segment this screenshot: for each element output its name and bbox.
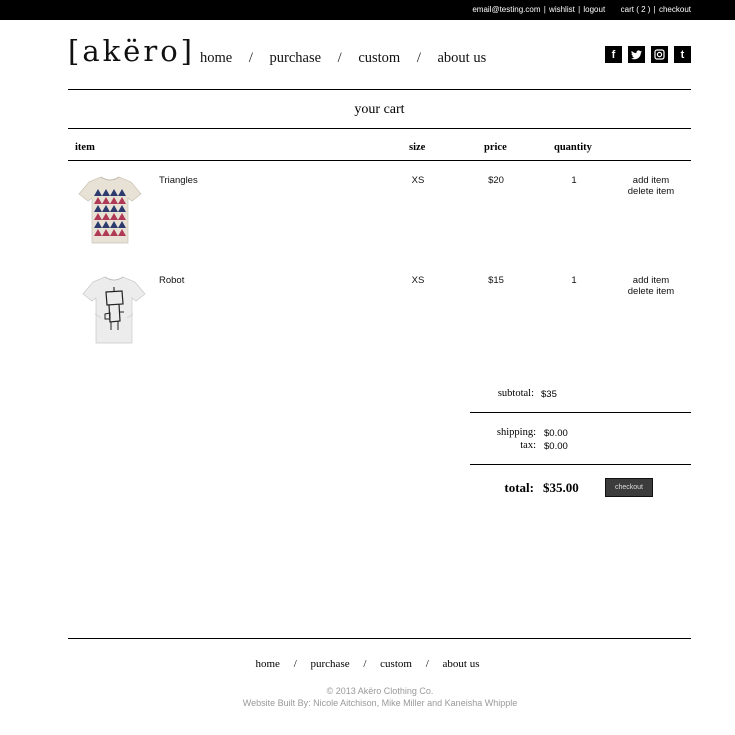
cart-item-name[interactable]: Triangles xyxy=(159,175,198,186)
checkout-link[interactable]: checkout xyxy=(659,5,691,14)
triangles-tshirt-image[interactable] xyxy=(77,174,143,246)
title-divider xyxy=(68,128,691,129)
column-header-item: item xyxy=(75,142,95,153)
total-label: total: xyxy=(504,480,534,495)
cart-item-price: $15 xyxy=(488,275,504,286)
summary-divider xyxy=(470,464,691,465)
nav-purchase[interactable]: purchase xyxy=(270,50,322,66)
footer-divider xyxy=(68,638,691,639)
summary-divider xyxy=(470,412,691,413)
credits-text: Website Built By: Nicole Aitchison, Mike… xyxy=(242,698,518,708)
nav-custom[interactable]: custom xyxy=(358,50,400,66)
social-links: f t xyxy=(605,46,691,63)
total-value: $35.00 xyxy=(543,480,579,495)
nav-separator: / xyxy=(248,50,253,66)
facebook-icon[interactable]: f xyxy=(605,46,622,63)
cart-item-quantity: 1 xyxy=(571,275,577,286)
wishlist-link[interactable]: wishlist xyxy=(549,5,575,14)
cart-item-size: XS xyxy=(411,275,425,286)
cart-item-size: XS xyxy=(411,175,425,186)
footer-nav-home[interactable]: home xyxy=(256,658,280,670)
add-item-link[interactable]: add item xyxy=(616,175,686,186)
column-header-price: price xyxy=(484,142,507,153)
nav-about[interactable]: about us xyxy=(437,50,486,66)
footer-nav-separator: / xyxy=(363,658,367,670)
nav-separator: / xyxy=(337,50,342,66)
cart-title: your cart xyxy=(354,102,405,117)
nav-home[interactable]: home xyxy=(200,50,232,66)
footer-credits: © 2013 Akëro Clothing Co. Website Built … xyxy=(0,685,735,709)
logout-link[interactable]: logout xyxy=(583,5,605,14)
header-divider xyxy=(68,89,691,90)
footer-nav-purchase[interactable]: purchase xyxy=(311,658,350,670)
footer-nav-separator: / xyxy=(425,658,429,670)
nav-separator: / xyxy=(416,50,421,66)
footer-nav-separator: / xyxy=(293,658,297,670)
tumblr-icon[interactable]: t xyxy=(674,46,691,63)
header-row-divider xyxy=(68,160,691,161)
top-bar: email@testing.com | wishlist | logout ca… xyxy=(0,0,735,20)
delete-item-link[interactable]: delete item xyxy=(616,186,686,197)
account-email-link[interactable]: email@testing.com xyxy=(472,5,540,14)
cart-item-price: $20 xyxy=(488,175,504,186)
footer-nav-custom[interactable]: custom xyxy=(380,658,412,670)
add-item-link[interactable]: add item xyxy=(616,275,686,286)
cart-item-quantity: 1 xyxy=(571,175,577,186)
column-header-quantity: quantity xyxy=(554,142,592,153)
tax-label: tax: xyxy=(520,440,536,451)
main-nav: home / purchase / custom / about us xyxy=(200,50,486,67)
column-header-size: size xyxy=(409,142,426,153)
delete-item-link[interactable]: delete item xyxy=(616,286,686,297)
cart-item-name[interactable]: Robot xyxy=(159,275,184,286)
footer-nav: home / purchase / custom / about us xyxy=(0,658,735,670)
footer-nav-about[interactable]: about us xyxy=(443,658,480,670)
shipping-value: $0.00 xyxy=(544,428,568,439)
instagram-icon[interactable] xyxy=(651,46,668,63)
brand-logo[interactable]: [akëro] xyxy=(68,34,195,68)
tax-value: $0.00 xyxy=(544,441,568,452)
twitter-icon[interactable] xyxy=(628,46,645,63)
robot-tshirt-image[interactable] xyxy=(81,274,147,346)
cart-link[interactable]: cart ( 2 ) xyxy=(621,5,651,14)
checkout-button[interactable]: checkout xyxy=(605,478,653,497)
shipping-label: shipping: xyxy=(496,427,536,438)
subtotal-value: $35 xyxy=(541,389,557,400)
subtotal-label: subtotal: xyxy=(497,388,534,399)
copyright-text: © 2013 Akëro Clothing Co. xyxy=(326,686,434,696)
account-links: email@testing.com | wishlist | logout ca… xyxy=(472,5,691,14)
